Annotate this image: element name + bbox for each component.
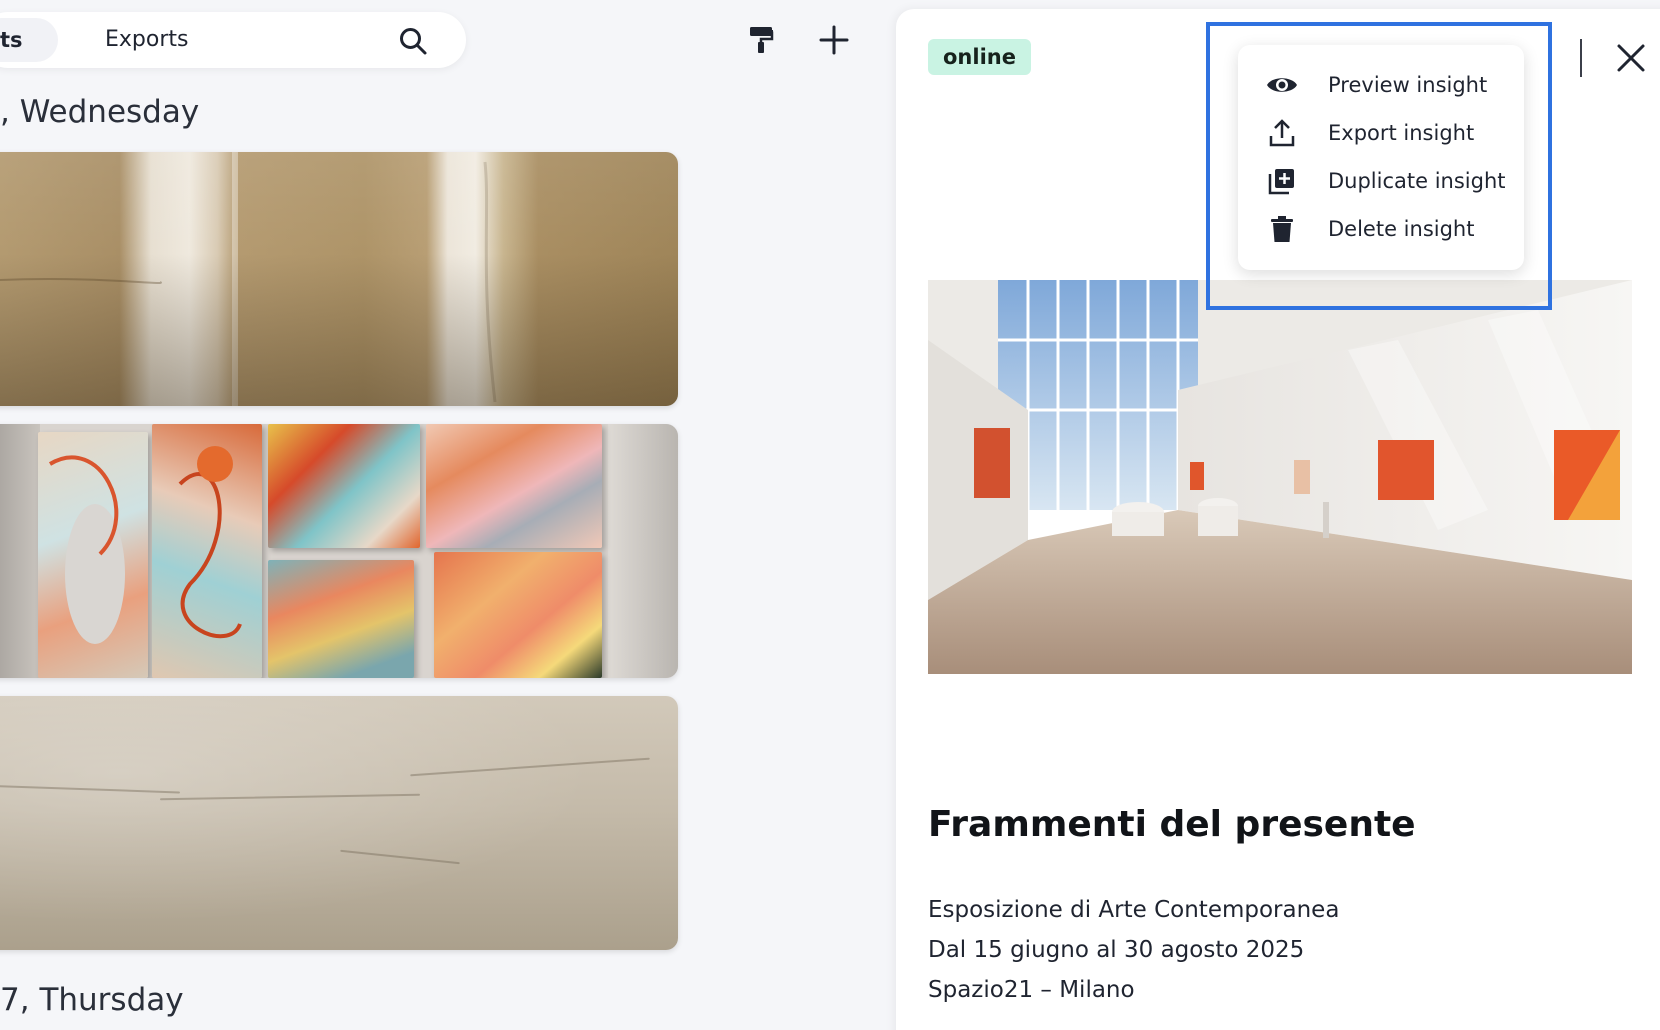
- status-label: online: [943, 45, 1016, 69]
- canvas-5: [268, 560, 414, 678]
- eye-icon: [1266, 69, 1298, 101]
- insight-actions-menu: Preview insight Export insight Duplicate…: [1238, 45, 1524, 270]
- wall-texture-art: [0, 152, 497, 406]
- menu-item-label: Export insight: [1328, 121, 1475, 145]
- day-prefix: ,: [0, 94, 20, 130]
- gallery-hero-image: [928, 280, 1632, 674]
- plus-icon: [819, 25, 849, 55]
- insight-title: Frammenti del presente: [928, 804, 1416, 845]
- exhibit-venue: Spazio21 – Milano: [928, 977, 1135, 1003]
- plaster-crack: [160, 793, 420, 801]
- tab-exports-label: Exports: [105, 27, 189, 52]
- search-icon: [400, 28, 427, 55]
- day-name: Wednesday: [19, 94, 200, 130]
- format-painter-button[interactable]: [745, 24, 777, 56]
- menu-item-label: Duplicate insight: [1328, 169, 1506, 193]
- close-button[interactable]: [1616, 43, 1646, 73]
- menu-item-duplicate[interactable]: Duplicate insight: [1238, 157, 1524, 205]
- tabs-bar: ts Exports: [0, 12, 466, 68]
- trash-icon: [1266, 213, 1298, 245]
- add-button[interactable]: [818, 24, 850, 56]
- duplicate-icon: [1266, 165, 1298, 197]
- upload-icon: [1266, 117, 1298, 149]
- close-icon: [1617, 44, 1645, 72]
- menu-item-export[interactable]: Export insight: [1238, 109, 1524, 157]
- tab-active[interactable]: ts: [0, 18, 58, 62]
- status-badge: online: [928, 39, 1031, 75]
- menu-item-label: Delete insight: [1328, 217, 1475, 241]
- day-heading-wednesday: , Wednesday: [0, 94, 199, 130]
- canvas-6: [434, 552, 602, 678]
- plaster-crack: [410, 757, 650, 777]
- plaster-crack: [0, 784, 180, 794]
- paint-roller-icon: [750, 27, 774, 53]
- canvas-3: [268, 424, 420, 548]
- day-prefix: 7,: [0, 982, 40, 1018]
- day-heading-thursday: 7, Thursday: [0, 982, 184, 1018]
- search-button[interactable]: [398, 26, 428, 56]
- tab-exports[interactable]: Exports: [105, 12, 188, 68]
- plaster-crack: [340, 849, 460, 865]
- menu-item-preview[interactable]: Preview insight: [1238, 61, 1524, 109]
- exhibit-subtitle: Esposizione di Arte Contemporanea: [928, 897, 1340, 923]
- divider: [1580, 39, 1582, 77]
- menu-item-label: Preview insight: [1328, 73, 1488, 97]
- insight-card-plaster[interactable]: [0, 696, 678, 950]
- day-name: Thursday: [39, 982, 184, 1018]
- canvas-4: [426, 424, 602, 548]
- tab-active-label: ts: [0, 28, 23, 52]
- gallery-illustration: [928, 280, 1632, 674]
- insight-card-textured-wall[interactable]: [0, 152, 678, 406]
- exhibit-dates: Dal 15 giugno al 30 agosto 2025: [928, 937, 1305, 963]
- insight-card-canvases[interactable]: [0, 424, 678, 678]
- menu-item-delete[interactable]: Delete insight: [1238, 205, 1524, 253]
